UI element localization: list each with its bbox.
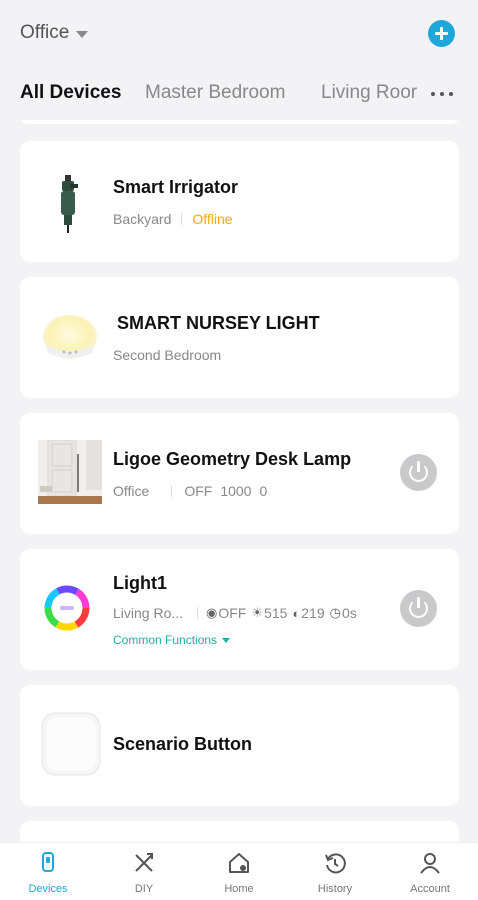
history-icon <box>325 853 346 874</box>
tab-master-bedroom[interactable]: Master Bedroom <box>145 82 285 104</box>
brightness-value: 515 <box>264 605 288 621</box>
power-state-value: OFF <box>218 605 247 621</box>
color-wheel-icon <box>44 585 90 631</box>
power-button[interactable] <box>400 590 437 627</box>
device-name: Ligoe Geometry Desk Lamp <box>113 449 352 469</box>
temperature-value: 219 <box>301 605 325 621</box>
diy-tools-icon <box>135 853 153 872</box>
timer-icon: ◷ <box>329 605 341 620</box>
scenario-button-icon <box>41 712 101 776</box>
device-card-smart-irrigator[interactable]: Smart Irrigator Backyard Offline <box>20 141 459 262</box>
offline-status: Offline <box>192 211 233 227</box>
home-name: Office <box>20 22 70 43</box>
divider <box>171 485 173 497</box>
account-icon <box>420 853 440 874</box>
device-room: Second Bedroom <box>113 347 222 363</box>
power-button[interactable] <box>400 454 437 491</box>
temperature-value: 0 <box>259 483 268 499</box>
device-meta: Living Ro... ◉ OFF ☀ 515 ◐ 219 ◷ 0s <box>113 605 362 621</box>
night-light-icon <box>43 315 97 359</box>
device-room: Backyard <box>113 211 172 227</box>
brightness-icon: ☀ <box>251 605 264 620</box>
card-partial <box>20 120 459 124</box>
desk-lamp-photo <box>38 440 102 504</box>
home-selector[interactable]: Office <box>20 22 89 44</box>
nav-label: History <box>317 883 353 895</box>
nav-label: Devices <box>28 883 68 895</box>
nav-home[interactable]: Home <box>191 843 287 900</box>
device-name: Light1 <box>113 573 167 593</box>
tab-living-room[interactable]: Living Roor <box>321 82 417 104</box>
timer-value: 0s <box>341 605 357 621</box>
nav-label: Home <box>224 883 254 895</box>
temperature-icon: ◐ <box>292 605 301 621</box>
device-card-desk-lamp[interactable]: Ligoe Geometry Desk Lamp Office OFF 1000… <box>20 413 459 534</box>
device-room: Office <box>113 483 150 499</box>
caret-down-icon <box>76 30 89 38</box>
nav-devices[interactable]: Devices <box>0 843 96 900</box>
divider <box>197 607 199 619</box>
device-meta: Backyard Offline <box>113 211 233 227</box>
irrigator-icon <box>61 175 78 233</box>
device-card-nursery-light[interactable]: SMART NURSEY LIGHT Second Bedroom <box>20 277 459 398</box>
bottom-navigation: Devices DIY Home History Account <box>0 842 478 900</box>
device-meta: Office OFF 1000 0 <box>113 483 267 499</box>
common-functions-toggle[interactable]: Common Functions <box>113 633 231 647</box>
state-value: OFF <box>184 483 213 499</box>
nav-history[interactable]: History <box>287 843 383 900</box>
device-list[interactable]: Smart Irrigator Backyard Offline SMART N… <box>0 120 478 842</box>
device-room: Living Ro... <box>113 605 184 621</box>
devices-icon <box>42 852 54 872</box>
add-device-button[interactable] <box>428 20 455 47</box>
nav-label: DIY <box>134 883 154 895</box>
room-tabs: All Devices Master Bedroom Living Roor <box>0 72 478 116</box>
device-name: Scenario Button <box>113 734 253 754</box>
brightness-value: 1000 <box>220 483 252 499</box>
common-functions-label: Common Functions <box>113 633 218 647</box>
nav-diy[interactable]: DIY <box>96 843 192 900</box>
device-card-scenario-button[interactable]: Scenario Button <box>20 685 459 806</box>
device-name: SMART NURSEY LIGHT <box>117 313 320 333</box>
caret-down-icon <box>222 637 231 643</box>
top-bar: Office <box>0 0 478 70</box>
nav-account[interactable]: Account <box>382 843 478 900</box>
nav-label: Account <box>410 883 450 895</box>
home-icon <box>229 853 249 873</box>
device-name: Smart Irrigator <box>113 177 239 197</box>
device-card-partial[interactable] <box>20 821 459 842</box>
more-tabs-icon[interactable] <box>426 82 466 106</box>
power-state-icon: ◉ <box>206 605 218 620</box>
device-card-light1[interactable]: Light1 Living Ro... ◉ OFF ☀ 515 ◐ 219 ◷ 0s C… <box>20 549 459 670</box>
divider <box>181 213 183 225</box>
tab-all-devices[interactable]: All Devices <box>20 82 121 104</box>
